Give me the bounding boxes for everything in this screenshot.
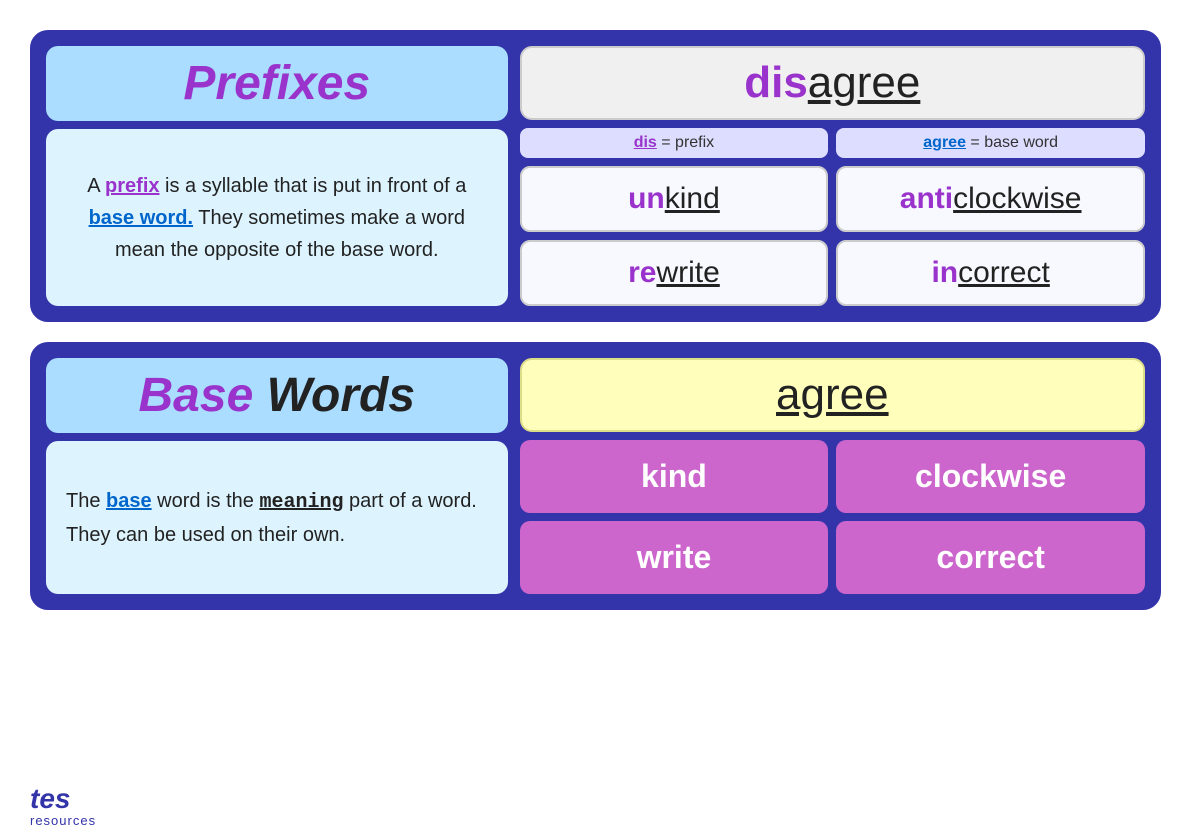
dis-label-prefix: dis bbox=[634, 134, 657, 151]
prefixes-section: Prefixes A prefix is a syllable that is … bbox=[30, 30, 1161, 322]
correct-word-box: correct bbox=[836, 521, 1145, 594]
tes-logo: tes resources bbox=[30, 785, 96, 828]
agree-label-box: agree = base word bbox=[836, 128, 1145, 158]
dis-label-box: dis = prefix bbox=[520, 128, 829, 158]
kind-base: kind bbox=[665, 182, 720, 216]
unkind-box: unkind bbox=[520, 166, 829, 232]
base-word-ref: base word. bbox=[89, 207, 193, 229]
agree-label-base: agree bbox=[923, 134, 966, 151]
basewords-right-panel: agree kind clockwise write correct bbox=[520, 358, 1145, 594]
disagree-title-box: disagree bbox=[520, 46, 1145, 120]
prefix-words-grid: unkind anticlockwise rewrite incorrect bbox=[520, 166, 1145, 306]
agree-label-text: = base word bbox=[966, 134, 1058, 151]
prefixes-description-box: A prefix is a syllable that is put in fr… bbox=[46, 129, 508, 306]
basewords-title-box: Base Words bbox=[46, 358, 508, 433]
disagree-title: disagree bbox=[744, 58, 920, 107]
basewords-left-panel: Base Words The base word is the meaning … bbox=[46, 358, 508, 594]
basewords-title: Base Words bbox=[139, 369, 416, 422]
correct-word: correct bbox=[936, 539, 1045, 576]
prefixes-left-panel: Prefixes A prefix is a syllable that is … bbox=[46, 46, 508, 306]
clockwise-word: clockwise bbox=[915, 458, 1066, 495]
un-prefix: un bbox=[628, 182, 665, 216]
basewords-section: Base Words The base word is the meaning … bbox=[30, 342, 1161, 610]
labels-row: dis = prefix agree = base word bbox=[520, 128, 1145, 158]
agree-title: agree bbox=[776, 370, 889, 419]
in-prefix: in bbox=[931, 256, 958, 290]
words-title-part: Words bbox=[253, 369, 415, 422]
re-prefix: re bbox=[628, 256, 656, 290]
basewords-description-box: The base word is the meaning part of a w… bbox=[46, 441, 508, 594]
correct-base: correct bbox=[958, 256, 1050, 290]
basewords-description: The base word is the meaning part of a w… bbox=[66, 485, 488, 551]
agree-base: agree bbox=[808, 58, 921, 107]
kind-word: kind bbox=[641, 458, 707, 495]
clockwise-base: clockwise bbox=[953, 182, 1081, 216]
kind-word-box: kind bbox=[520, 440, 829, 513]
prefixes-right-panel: disagree dis = prefix agree = base word … bbox=[520, 46, 1145, 306]
base-title-part: Base bbox=[139, 369, 254, 422]
rewrite-box: rewrite bbox=[520, 240, 829, 306]
base-desc-base: base bbox=[106, 490, 152, 512]
agree-title-box: agree bbox=[520, 358, 1145, 432]
clockwise-word-box: clockwise bbox=[836, 440, 1145, 513]
write-base: write bbox=[656, 256, 719, 290]
tes-resources: resources bbox=[30, 813, 96, 828]
tes-brand: tes bbox=[30, 785, 70, 813]
anticlockwise-box: anticlockwise bbox=[836, 166, 1145, 232]
meaning-desc-meaning: meaning bbox=[259, 491, 343, 514]
dis-label-text: = prefix bbox=[657, 134, 714, 151]
prefix-word: prefix bbox=[105, 175, 159, 197]
base-words-grid: kind clockwise write correct bbox=[520, 440, 1145, 594]
write-word: write bbox=[637, 539, 712, 576]
prefixes-description: A prefix is a syllable that is put in fr… bbox=[66, 170, 488, 266]
prefixes-title-box: Prefixes bbox=[46, 46, 508, 121]
anti-prefix: anti bbox=[900, 182, 953, 216]
dis-prefix: dis bbox=[744, 58, 808, 107]
incorrect-box: incorrect bbox=[836, 240, 1145, 306]
write-word-box: write bbox=[520, 521, 829, 594]
prefixes-title: Prefixes bbox=[183, 57, 370, 110]
